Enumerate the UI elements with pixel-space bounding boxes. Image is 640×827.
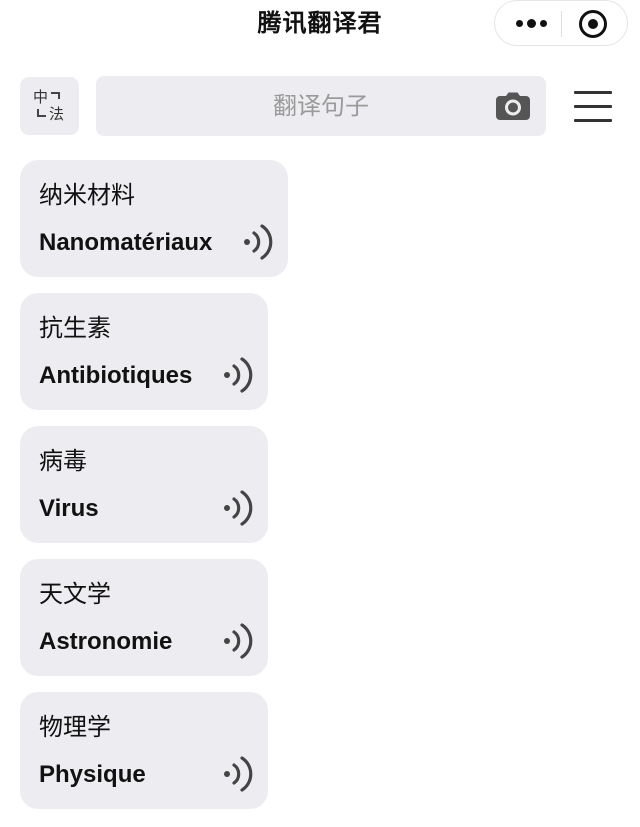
phrase-card[interactable]: 纳米材料 Nanomatériaux <box>20 160 288 277</box>
camera-icon[interactable] <box>496 92 530 120</box>
card-source-text: 抗生素 <box>39 314 111 342</box>
swap-arrows-icon <box>37 109 46 117</box>
phrase-card[interactable]: 病毒 Virus <box>20 426 268 543</box>
phrase-card[interactable]: 天文学 Astronomie <box>20 559 268 676</box>
card-source-text: 纳米材料 <box>39 181 135 209</box>
phrase-card[interactable]: 物理学 Physique <box>20 692 268 809</box>
title-bar: 腾讯翻译君 <box>0 0 640 48</box>
card-source-text: 天文学 <box>39 580 111 608</box>
mini-program-capsule <box>494 0 628 46</box>
card-source-text: 物理学 <box>39 713 111 741</box>
card-translation-text: Virus <box>39 495 99 522</box>
card-translation-text: Astronomie <box>39 628 173 655</box>
speaker-icon[interactable] <box>242 222 274 262</box>
translate-search-box <box>96 76 546 136</box>
card-source-text: 病毒 <box>39 447 87 475</box>
card-translation-text: Physique <box>39 761 146 788</box>
source-language: 中 <box>33 88 49 106</box>
target-close-icon[interactable] <box>579 10 607 38</box>
more-icon[interactable] <box>509 13 553 33</box>
translate-input[interactable] <box>96 76 496 136</box>
capsule-divider <box>561 11 562 37</box>
swap-arrows-icon <box>51 92 60 99</box>
phrase-card[interactable]: 抗生素 Antibiotiques <box>20 293 268 410</box>
target-language: 法 <box>49 105 65 123</box>
speaker-icon[interactable] <box>222 754 254 794</box>
translator-page: 腾讯翻译君 中 法 纳米材料 Nanomatériaux <box>0 0 640 827</box>
language-switch-button[interactable]: 中 法 <box>20 77 79 135</box>
card-translation-text: Antibiotiques <box>39 362 193 389</box>
card-translation-text: Nanomatériaux <box>39 229 213 256</box>
speaker-icon[interactable] <box>222 488 254 528</box>
speaker-icon[interactable] <box>222 621 254 661</box>
hamburger-menu-icon[interactable] <box>570 88 614 126</box>
speaker-icon[interactable] <box>222 355 254 395</box>
